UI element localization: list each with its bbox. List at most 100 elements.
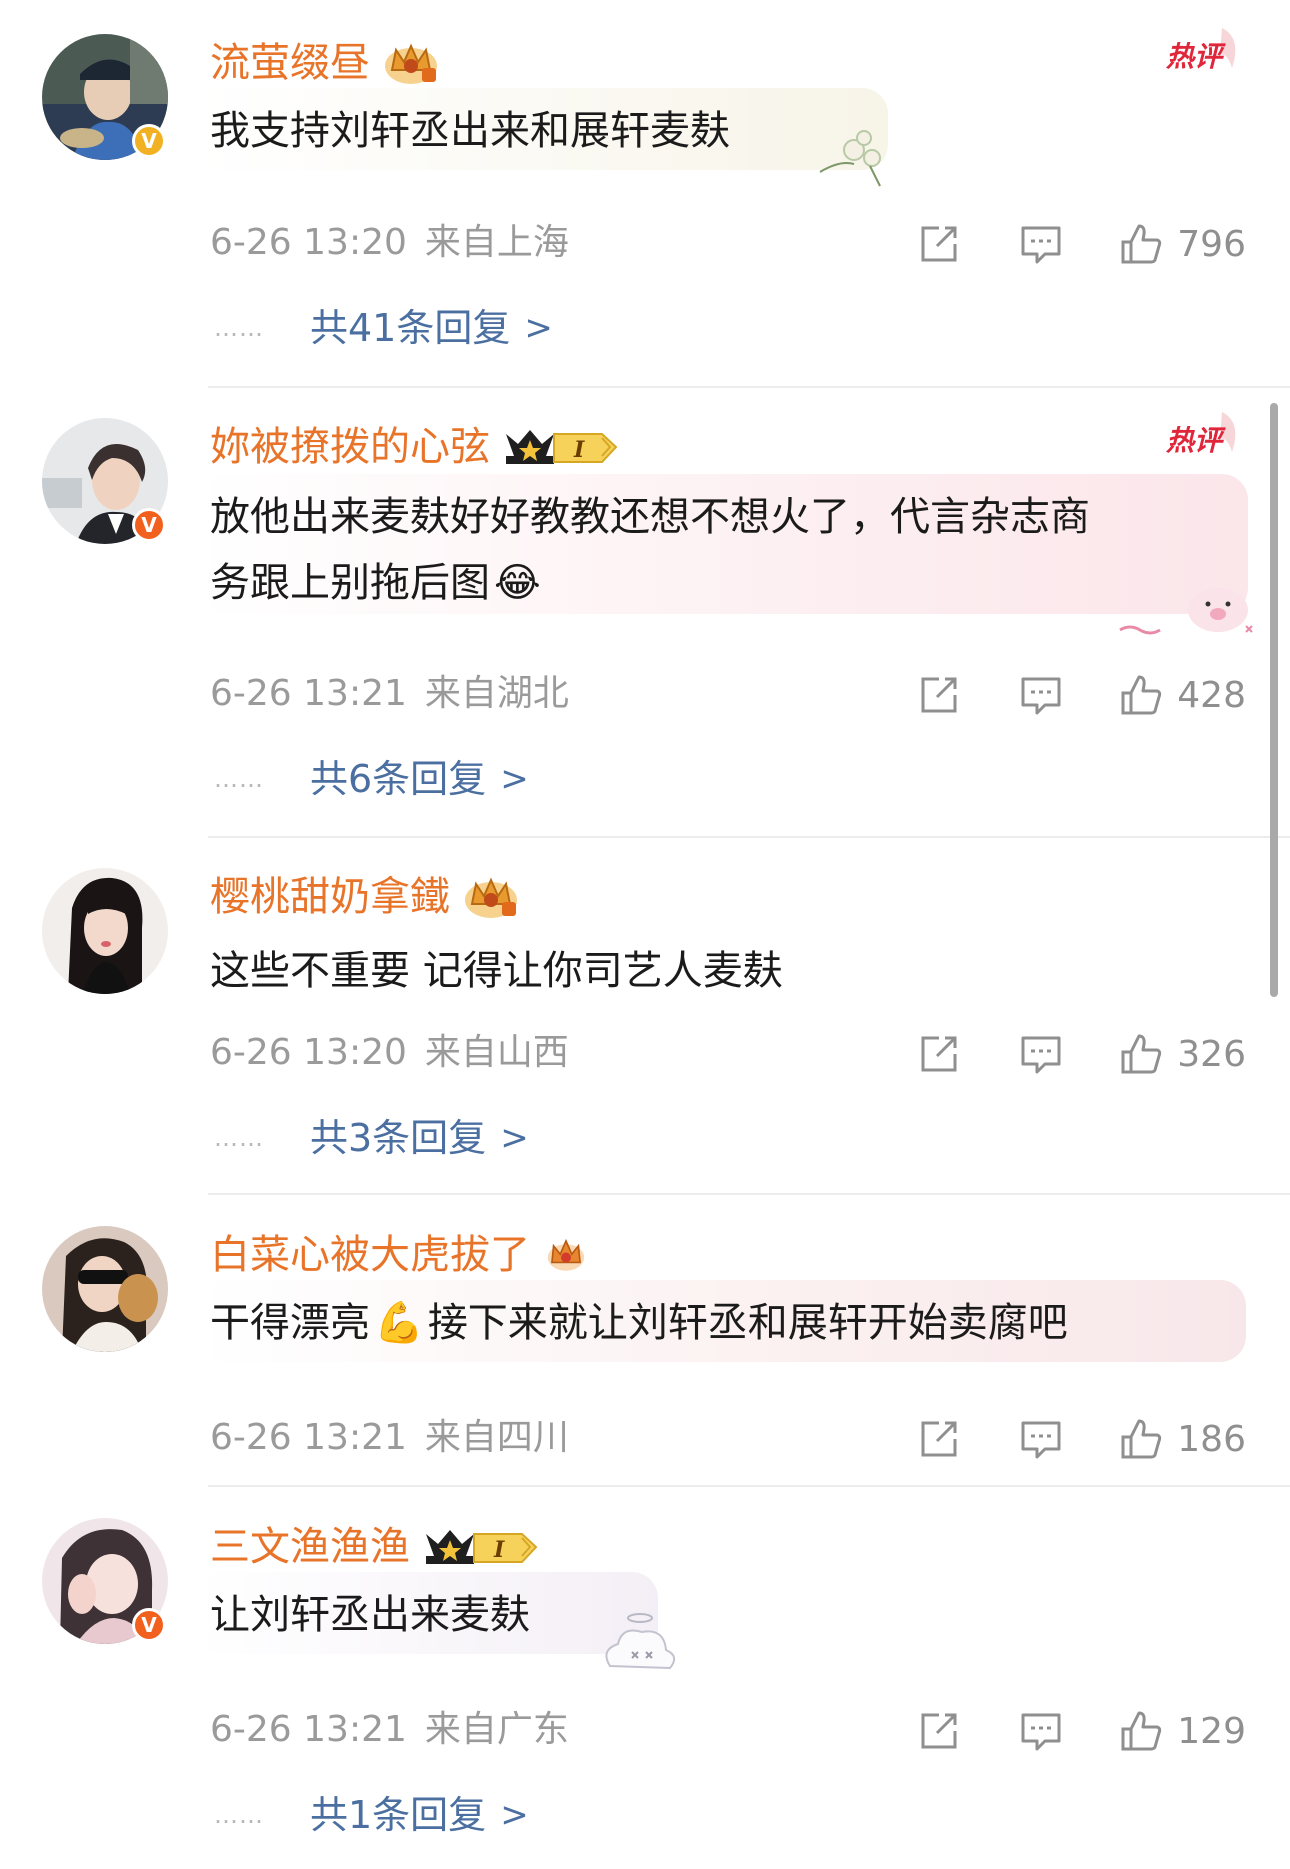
divider <box>208 836 1290 838</box>
comment-icon[interactable] <box>1019 1709 1063 1753</box>
like-icon[interactable] <box>1119 673 1163 717</box>
comment-actions: 428 <box>917 669 1246 721</box>
crown-medal-icon <box>547 1238 585 1271</box>
like-count: 129 <box>1177 1710 1246 1752</box>
flexed-bicep-emoji-icon: 💪 <box>374 1300 424 1346</box>
comment-time: 6-26 13:21 <box>210 1417 407 1458</box>
comment-actions: 129 <box>917 1705 1246 1757</box>
chevron-right-icon: > <box>500 759 529 799</box>
comment-icon[interactable] <box>1019 1032 1063 1076</box>
crown-medal-icon <box>385 43 437 84</box>
like-count: 326 <box>1177 1033 1246 1075</box>
comment-text-line2: 务跟上别拖后图 😂 <box>210 550 541 616</box>
comment-text: 让刘轩丞出来麦麸 <box>210 1592 530 1638</box>
comment-meta: 6-26 13:21 来自四川 <box>210 1415 569 1461</box>
username[interactable]: 妳被撩拨的心弦 <box>210 422 490 472</box>
comment-text: 这些不重要 记得让你司艺人麦麸 <box>210 948 783 994</box>
chevron-right-icon: > <box>500 1795 529 1835</box>
comment-time: 6-26 13:21 <box>210 1709 407 1750</box>
like-icon[interactable] <box>1119 222 1163 266</box>
comment-actions: 326 <box>917 1028 1246 1080</box>
comment-meta: 6-26 13:20 来自上海 <box>210 220 569 266</box>
forward-icon[interactable] <box>917 1032 961 1076</box>
like-icon[interactable] <box>1119 1032 1163 1076</box>
forward-icon[interactable] <box>917 1709 961 1753</box>
view-replies-link[interactable]: …… 共3条回复 > <box>214 1112 529 1164</box>
comment-text-part: 干得漂亮 <box>210 1300 370 1346</box>
comment-icon[interactable] <box>1019 222 1063 266</box>
vip-level-badge-icon: I <box>506 430 618 464</box>
avatar[interactable]: V <box>42 1518 168 1644</box>
verified-badge-icon: V <box>132 508 166 542</box>
avatar[interactable]: V <box>42 418 168 544</box>
reply-count-label: 共1条回复 <box>310 1793 487 1837</box>
username[interactable]: 三文渔渔渔 <box>210 1522 410 1572</box>
comment-text-part: 接下来就让刘轩丞和展轩开始卖腐吧 <box>427 1300 1068 1346</box>
comment-location: 来自四川 <box>424 1417 569 1458</box>
hot-comment-badge-icon: 热评 <box>1165 412 1236 457</box>
verified-badge-icon: V <box>132 124 166 158</box>
reply-count-label: 共41条回复 <box>310 306 511 350</box>
forward-icon[interactable] <box>917 673 961 717</box>
comment-actions: 186 <box>917 1413 1246 1465</box>
divider <box>208 1485 1290 1487</box>
comment-location: 来自山西 <box>424 1032 569 1073</box>
reply-count-label: 共3条回复 <box>310 1116 487 1160</box>
comment-time: 6-26 13:21 <box>210 673 407 714</box>
username-row: 妳被撩拨的心弦 I <box>210 420 620 474</box>
comment-text: 干得漂亮 💪 接下来就让刘轩丞和展轩开始卖腐吧 <box>210 1290 1068 1356</box>
view-replies-link[interactable]: …… 共6条回复 > <box>214 753 529 805</box>
divider <box>208 386 1290 388</box>
comment-text: 放他出来麦麸好好教教还想不想火了，代言杂志商 <box>210 494 1090 540</box>
like-count: 796 <box>1177 223 1246 265</box>
chevron-right-icon: > <box>524 308 553 348</box>
username[interactable]: 白菜心被大虎拔了 <box>210 1230 530 1280</box>
avatar[interactable] <box>42 1226 168 1352</box>
reply-dots: …… <box>214 1124 264 1152</box>
like-count: 186 <box>1177 1418 1246 1460</box>
like-count: 428 <box>1177 674 1246 716</box>
reply-count-label: 共6条回复 <box>310 757 487 801</box>
avatar-image <box>42 1226 168 1352</box>
comment-meta: 6-26 13:21 来自湖北 <box>210 671 569 717</box>
comment-location: 来自湖北 <box>424 673 569 714</box>
hot-label: 热评 <box>1165 424 1226 457</box>
avatar[interactable]: V <box>42 34 168 160</box>
username[interactable]: 樱桃甜奶拿鐵 <box>210 872 450 922</box>
view-replies-link[interactable]: …… 共1条回复 > <box>214 1789 529 1841</box>
comment-meta: 6-26 13:21 来自广东 <box>210 1707 569 1753</box>
comment-feed: V 流萤缀昼 热评 我支持刘轩丞出来和展轩麦麸 6-26 13:20 来自上海 … <box>0 0 1290 1869</box>
comment-time: 6-26 13:20 <box>210 1032 407 1073</box>
username[interactable]: 流萤缀昼 <box>210 38 370 88</box>
cute-pig-decoration-icon <box>1119 588 1253 635</box>
verified-badge-icon: V <box>132 1608 166 1642</box>
forward-icon[interactable] <box>917 1417 961 1461</box>
like-icon[interactable] <box>1119 1417 1163 1461</box>
comment-icon[interactable] <box>1019 1417 1063 1461</box>
reply-dots: …… <box>214 1801 264 1829</box>
hot-label: 热评 <box>1165 40 1226 73</box>
comment-icon[interactable] <box>1019 673 1063 717</box>
vip-level: I <box>573 437 585 463</box>
laughing-emoji-icon: 😂 <box>494 560 541 606</box>
vip-level-badge-icon: I <box>426 1530 538 1564</box>
username-row: 白菜心被大虎拔了 <box>210 1228 590 1282</box>
comment-time: 6-26 13:20 <box>210 222 407 263</box>
comment-actions: 796 <box>917 218 1246 270</box>
avatar-image <box>42 868 168 994</box>
view-replies-link[interactable]: …… 共41条回复 > <box>214 302 553 354</box>
username-row: 樱桃甜奶拿鐵 <box>210 870 520 924</box>
comment-location: 来自上海 <box>424 222 569 263</box>
avatar[interactable] <box>42 868 168 994</box>
reply-dots: …… <box>214 314 264 342</box>
username-row: 三文渔渔渔 I <box>210 1520 540 1574</box>
comment-text: 我支持刘轩丞出来和展轩麦麸 <box>210 108 730 154</box>
scrollbar[interactable] <box>1270 403 1278 997</box>
crown-medal-icon <box>465 877 517 918</box>
like-icon[interactable] <box>1119 1709 1163 1753</box>
hot-comment-badge-icon: 热评 <box>1165 28 1236 73</box>
forward-icon[interactable] <box>917 222 961 266</box>
flower-decoration-icon <box>819 130 881 187</box>
comment-location: 来自广东 <box>424 1709 569 1750</box>
ghost-cloud-decoration-icon <box>605 1613 676 1670</box>
